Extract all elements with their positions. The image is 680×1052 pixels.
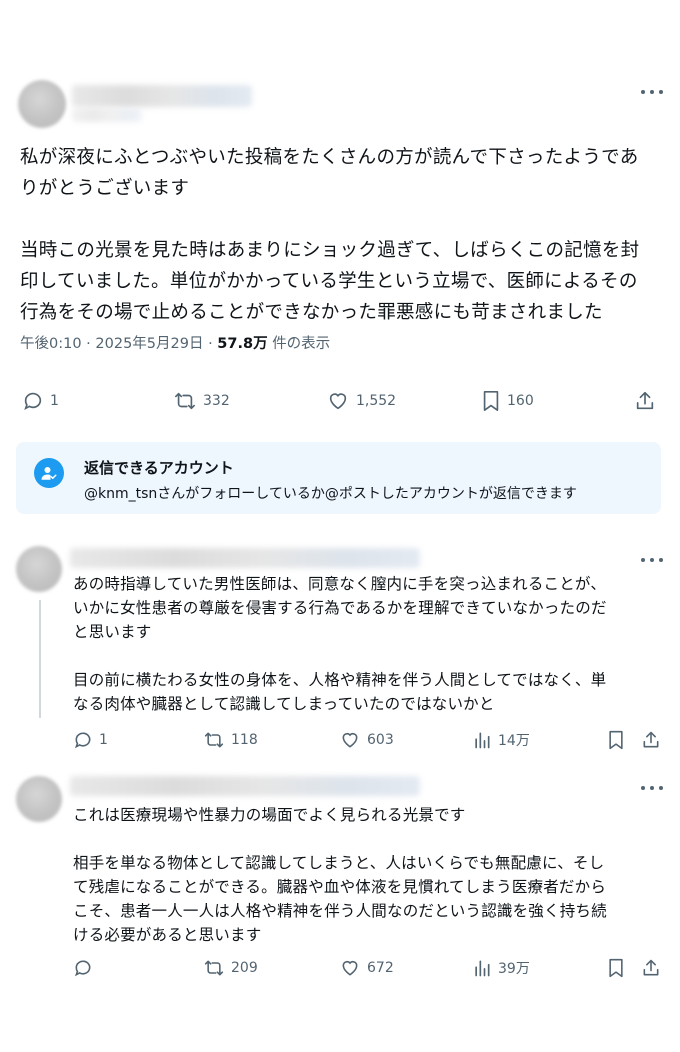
repost-arrows-icon [204,960,224,976]
share-button[interactable] [641,958,661,978]
bookmark-icon [609,730,623,750]
repost-count: 209 [231,960,258,976]
bar-chart-icon [475,732,490,749]
notice-subtitle: @knm_tsnさんがフォローしているか@ポストしたアカウントが返信できます [84,486,577,502]
heart-icon [342,960,358,976]
thread-line [39,600,41,718]
person-check-icon [34,458,64,488]
reply-author-name[interactable] [70,548,420,568]
bookmark-button[interactable] [607,730,625,750]
share-upload-icon [636,391,654,410]
repost-button[interactable]: 209 [203,958,258,978]
like-button[interactable]: 672 [339,958,394,978]
reply-count: 1 [50,393,59,409]
reply-button[interactable]: 1 [22,390,59,412]
reply-text: これは医療現場や性暴力の場面でよく見られる光景です 相手を単なる物体として認識し… [73,806,607,944]
repost-button[interactable]: 332 [173,390,230,412]
reply-count: 1 [99,732,108,748]
author-handle [72,108,142,122]
bookmark-button[interactable] [607,958,625,978]
repost-count: 332 [203,393,230,409]
bookmark-icon [483,391,499,411]
view-label[interactable]: 件の表示 [272,336,330,352]
speech-bubble-icon [24,392,42,411]
like-button[interactable]: 603 [339,730,394,750]
bookmark-icon [609,958,623,978]
repost-arrows-icon [204,732,224,748]
post-time: 午後0:10 [20,336,82,352]
view-count: 39万 [498,961,530,977]
share-upload-icon [643,959,659,976]
view-count: 57.8万 [217,336,268,352]
view-count: 14万 [498,733,530,749]
repost-arrows-icon [175,392,195,410]
share-button[interactable] [634,390,656,412]
bookmark-count: 160 [507,393,534,409]
heart-icon [329,393,347,410]
like-count: 603 [367,732,394,748]
bar-chart-icon [475,960,490,977]
like-count: 1,552 [356,393,397,409]
views-button[interactable]: 39万 [472,958,530,978]
reply-button[interactable] [73,958,99,978]
reply-button[interactable]: 1 [73,730,108,750]
post-date: 2025年5月29日 [95,336,204,352]
post-text: 私が深夜にふとつぶやいた投稿をたくさんの方が読んで下さったようであ りがとうござ… [20,147,640,323]
reply-avatar[interactable] [16,776,62,822]
reply-avatar[interactable] [16,546,62,592]
share-button[interactable] [641,730,661,750]
repost-button[interactable]: 118 [203,730,258,750]
like-count: 672 [367,960,394,976]
reply-text: あの時指導していた男性医師は、同意なく膣内に手を突っ込まれることが、 いかに女性… [73,575,607,713]
more-dots-icon[interactable] [641,88,663,96]
share-upload-icon [643,731,659,748]
author-avatar[interactable] [18,80,66,128]
bookmark-button[interactable]: 160 [481,390,534,412]
notice-title: 返信できるアカウント [84,459,234,477]
like-button[interactable]: 1,552 [326,390,396,412]
post-meta: 午後0:10 · 2025年5月29日 · 57.8万 件の表示 [20,336,331,352]
more-dots-icon[interactable] [641,556,663,564]
repost-count: 118 [231,732,258,748]
speech-bubble-icon [74,960,91,977]
heart-icon [342,732,358,748]
more-dots-icon[interactable] [641,784,663,792]
speech-bubble-icon [74,732,91,749]
author-name[interactable] [72,85,252,107]
reply-author-name[interactable] [70,776,420,796]
views-button[interactable]: 14万 [472,730,530,750]
reply-restriction-notice: 返信できるアカウント @knm_tsnさんがフォローしているか@ポストしたアカウ… [16,442,661,514]
